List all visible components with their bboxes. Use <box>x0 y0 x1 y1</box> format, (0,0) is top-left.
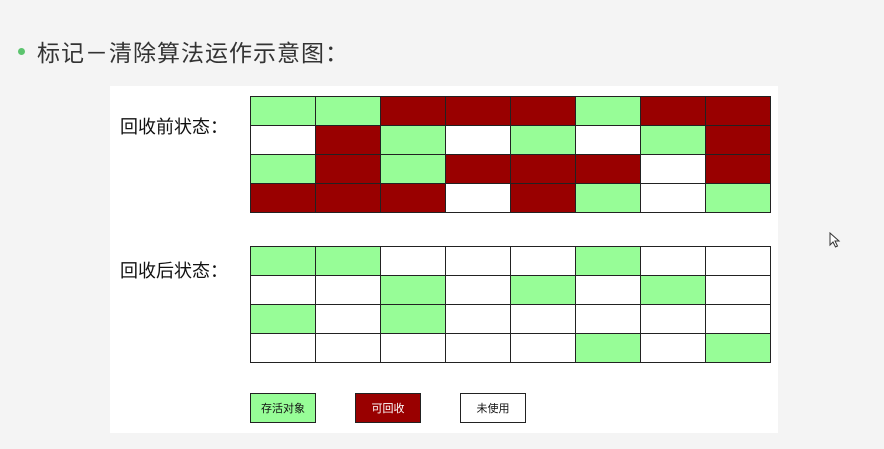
after-cell-unused <box>511 247 576 276</box>
after-cell-unused <box>316 334 381 363</box>
before-cell-recyclable <box>511 97 576 126</box>
after-cell-alive <box>706 334 771 363</box>
after-cell-unused <box>641 247 706 276</box>
after-cell-unused <box>381 334 446 363</box>
slide: 标记－清除算法运作示意图： 回收前状态： 回收后状态： 存活对象 可回收 未使用 <box>0 0 884 449</box>
before-cell-alive <box>511 126 576 155</box>
before-cell-recyclable <box>641 97 706 126</box>
after-cell-unused <box>381 247 446 276</box>
before-cell-recyclable <box>446 155 511 184</box>
before-cell-alive <box>576 184 641 213</box>
after-cell-unused <box>641 305 706 334</box>
before-cell-alive <box>576 97 641 126</box>
before-cell-recyclable <box>706 126 771 155</box>
before-cell-unused <box>641 155 706 184</box>
legend-item-recyclable: 可回收 <box>355 393 421 423</box>
before-cell-alive <box>381 155 446 184</box>
before-cell-unused <box>576 126 641 155</box>
after-cell-alive <box>511 276 576 305</box>
before-cell-unused <box>446 126 511 155</box>
before-cell-alive <box>251 155 316 184</box>
before-cell-alive <box>381 126 446 155</box>
after-cell-unused <box>576 276 641 305</box>
before-memory-grid <box>250 96 771 213</box>
after-memory-grid <box>250 246 771 363</box>
after-cell-alive <box>576 334 641 363</box>
after-cell-unused <box>446 334 511 363</box>
after-label: 回收后状态： <box>120 261 228 282</box>
before-label: 回收前状态： <box>120 117 228 138</box>
slide-title: 标记－清除算法运作示意图： <box>37 41 349 67</box>
legend-item-unused: 未使用 <box>460 393 526 423</box>
before-cell-recyclable <box>381 97 446 126</box>
after-cell-unused <box>576 305 641 334</box>
after-cell-unused <box>446 276 511 305</box>
before-cell-recyclable <box>446 97 511 126</box>
after-cell-unused <box>316 276 381 305</box>
before-cell-unused <box>251 126 316 155</box>
after-cell-unused <box>511 305 576 334</box>
legend-item-alive: 存活对象 <box>250 393 316 423</box>
before-cell-recyclable <box>576 155 641 184</box>
before-cell-alive <box>316 97 381 126</box>
after-cell-alive <box>316 247 381 276</box>
before-cell-alive <box>251 97 316 126</box>
bullet-dot-icon <box>18 47 25 55</box>
before-cell-recyclable <box>381 184 446 213</box>
before-cell-unused <box>446 184 511 213</box>
legend: 存活对象 可回收 未使用 <box>250 393 565 423</box>
after-cell-unused <box>251 334 316 363</box>
before-cell-recyclable <box>706 97 771 126</box>
before-cell-alive <box>706 184 771 213</box>
before-cell-unused <box>641 184 706 213</box>
before-cell-recyclable <box>706 155 771 184</box>
before-cell-recyclable <box>316 184 381 213</box>
after-cell-unused <box>706 247 771 276</box>
after-cell-alive <box>381 276 446 305</box>
after-cell-unused <box>446 305 511 334</box>
after-cell-unused <box>446 247 511 276</box>
before-cell-recyclable <box>251 184 316 213</box>
after-cell-alive <box>251 247 316 276</box>
after-cell-unused <box>641 334 706 363</box>
after-cell-unused <box>316 305 381 334</box>
after-cell-unused <box>706 305 771 334</box>
after-cell-unused <box>251 276 316 305</box>
after-cell-alive <box>641 276 706 305</box>
mouse-cursor-icon <box>829 232 841 248</box>
before-cell-recyclable <box>511 155 576 184</box>
after-cell-unused <box>511 334 576 363</box>
before-cell-recyclable <box>316 126 381 155</box>
after-cell-unused <box>706 276 771 305</box>
after-cell-alive <box>576 247 641 276</box>
before-cell-alive <box>641 126 706 155</box>
before-cell-recyclable <box>316 155 381 184</box>
after-cell-alive <box>381 305 446 334</box>
title-row: 标记－清除算法运作示意图： <box>18 34 349 68</box>
after-cell-alive <box>251 305 316 334</box>
before-cell-recyclable <box>511 184 576 213</box>
diagram-panel: 回收前状态： 回收后状态： 存活对象 可回收 未使用 <box>110 86 778 433</box>
